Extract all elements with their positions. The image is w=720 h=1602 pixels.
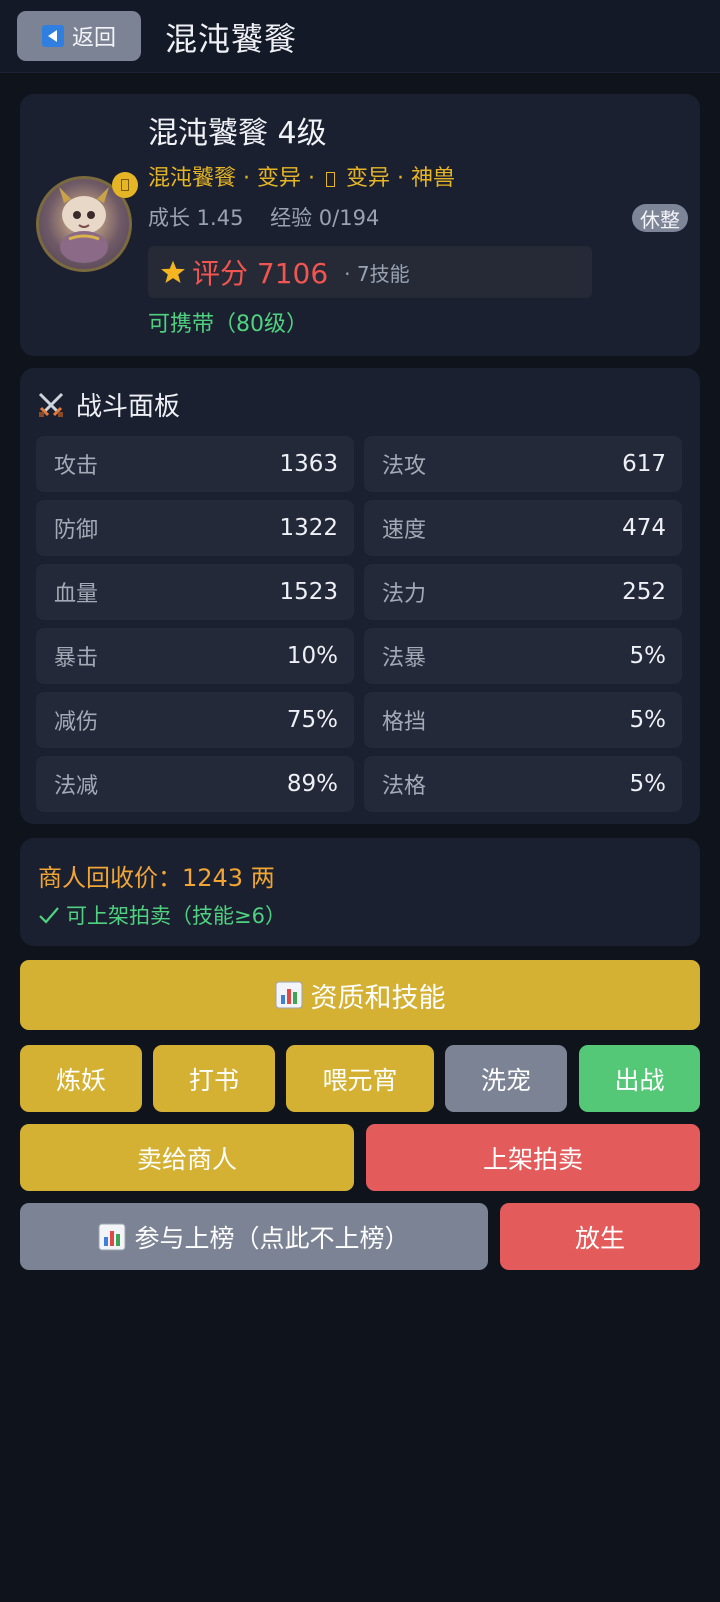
feed-button[interactable]: 喂元宵 [286, 1045, 434, 1112]
pet-name-level: 混沌饕餮 4级 [148, 116, 327, 151]
sell-merchant-button[interactable]: 卖给商人 [20, 1124, 354, 1191]
recycle-price: 商人回收价：1243 两 [38, 864, 275, 892]
ranking-label: 参与上榜（点此不上榜） [134, 1223, 410, 1253]
back-button[interactable]: 返回 [17, 11, 141, 61]
stat-attack: 攻击 1363 [36, 436, 354, 492]
stat-label: 法攻 [382, 454, 427, 479]
status-badge[interactable]: 休整 [632, 204, 688, 232]
pet-tag-mutation-2: 变异 [346, 166, 391, 191]
star-icon [161, 260, 185, 284]
stat-block: 格挡 5% [364, 692, 682, 748]
stat-value: 5% [629, 771, 667, 797]
check-icon [39, 907, 59, 924]
stat-label: 格挡 [382, 710, 427, 735]
stat-grid: 攻击 1363 法攻 617 防御 1322 速度 474 血量 1523 法力 252 暴… [36, 436, 684, 812]
list-auction-button[interactable]: 上架拍卖 [366, 1124, 700, 1191]
stat-value: 5% [629, 707, 667, 733]
auction-eligibility-label: 可上架拍卖（技能≥6） [66, 904, 286, 928]
stat-label: 法暴 [382, 646, 427, 671]
stat-damage-reduction: 减伤 75% [36, 692, 354, 748]
stat-label: 血量 [54, 582, 99, 607]
stat-speed: 速度 474 [364, 500, 682, 556]
aptitude-skills-label: 资质和技能 [310, 982, 446, 1014]
score-box: 评分 7106 · 7技能 [148, 246, 592, 298]
ranking-button[interactable]: 参与上榜（点此不上榜） [20, 1203, 488, 1270]
price-card: 商人回收价：1243 两 可上架拍卖（技能≥6） [20, 838, 700, 946]
release-button[interactable]: 放生 [500, 1203, 700, 1270]
stat-magic-attack: 法攻 617 [364, 436, 682, 492]
growth-exp-line: 成长 1.45 经验 0/194 [148, 206, 380, 230]
stat-value: 5% [629, 643, 667, 669]
stat-value: 1523 [279, 579, 338, 605]
stat-value: 10% [286, 643, 338, 669]
top-bar: 返回 混沌饕餮 [0, 0, 720, 73]
score-label: 评分 7106 [192, 257, 329, 290]
battle-button[interactable]: 出战 [579, 1045, 700, 1112]
stat-value: 474 [622, 515, 666, 541]
bar-chart-icon [98, 1223, 126, 1250]
carry-level: 可携带（80级） [148, 312, 308, 337]
pet-tag-mutation: 变异 [257, 166, 302, 191]
stat-value: 252 [622, 579, 666, 605]
pet-badge-icon [112, 172, 138, 198]
aptitude-skills-button[interactable]: 资质和技能 [20, 960, 700, 1030]
stat-value: 89% [286, 771, 338, 797]
stat-value: 1322 [279, 515, 338, 541]
pet-tags: 混沌饕餮 · 变异 · 变异 · 神兽 [148, 166, 456, 191]
stat-value: 617 [622, 451, 666, 477]
stat-label: 法格 [382, 774, 427, 799]
refine-button[interactable]: 炼妖 [20, 1045, 142, 1112]
pet-profile-card: 混沌饕餮 4级 混沌饕餮 · 变异 · 变异 · 神兽 成长 1.45 经验 0… [20, 94, 700, 356]
back-button-label: 返回 [71, 26, 116, 51]
stat-value: 1363 [279, 451, 338, 477]
battle-panel-title: 战斗面板 [76, 392, 181, 422]
stat-label: 攻击 [54, 454, 99, 479]
stat-magic-block: 法格 5% [364, 756, 682, 812]
stat-label: 速度 [382, 518, 427, 543]
stat-mp: 法力 252 [364, 564, 682, 620]
crossed-swords-icon [38, 392, 64, 417]
stat-defense: 防御 1322 [36, 500, 354, 556]
stat-magic-crit: 法暴 5% [364, 628, 682, 684]
stat-label: 法减 [54, 774, 99, 799]
stat-label: 减伤 [54, 710, 99, 735]
stat-value: 75% [286, 707, 338, 733]
stat-magic-reduction: 法减 89% [36, 756, 354, 812]
pet-tag-rank: 神兽 [411, 166, 456, 191]
bar-chart-icon [275, 981, 302, 1009]
stat-crit: 暴击 10% [36, 628, 354, 684]
stat-label: 防御 [54, 518, 99, 543]
book-button[interactable]: 打书 [153, 1045, 275, 1112]
battle-panel-header: 战斗面板 [36, 386, 180, 423]
skills-count: · 7技能 [344, 261, 410, 286]
page-title: 混沌饕餮 [165, 20, 298, 58]
back-arrow-icon [41, 25, 64, 47]
wash-button[interactable]: 洗宠 [445, 1045, 567, 1112]
auction-eligibility: 可上架拍卖（技能≥6） [38, 900, 286, 930]
battle-panel: 战斗面板 攻击 1363 法攻 617 防御 1322 速度 474 血量 1523 法力… [20, 368, 700, 824]
mutation-glyph-icon [326, 171, 336, 187]
pet-tag-name: 混沌饕餮 [148, 166, 237, 191]
stat-label: 法力 [382, 582, 427, 607]
stat-hp: 血量 1523 [36, 564, 354, 620]
stat-label: 暴击 [54, 646, 99, 671]
